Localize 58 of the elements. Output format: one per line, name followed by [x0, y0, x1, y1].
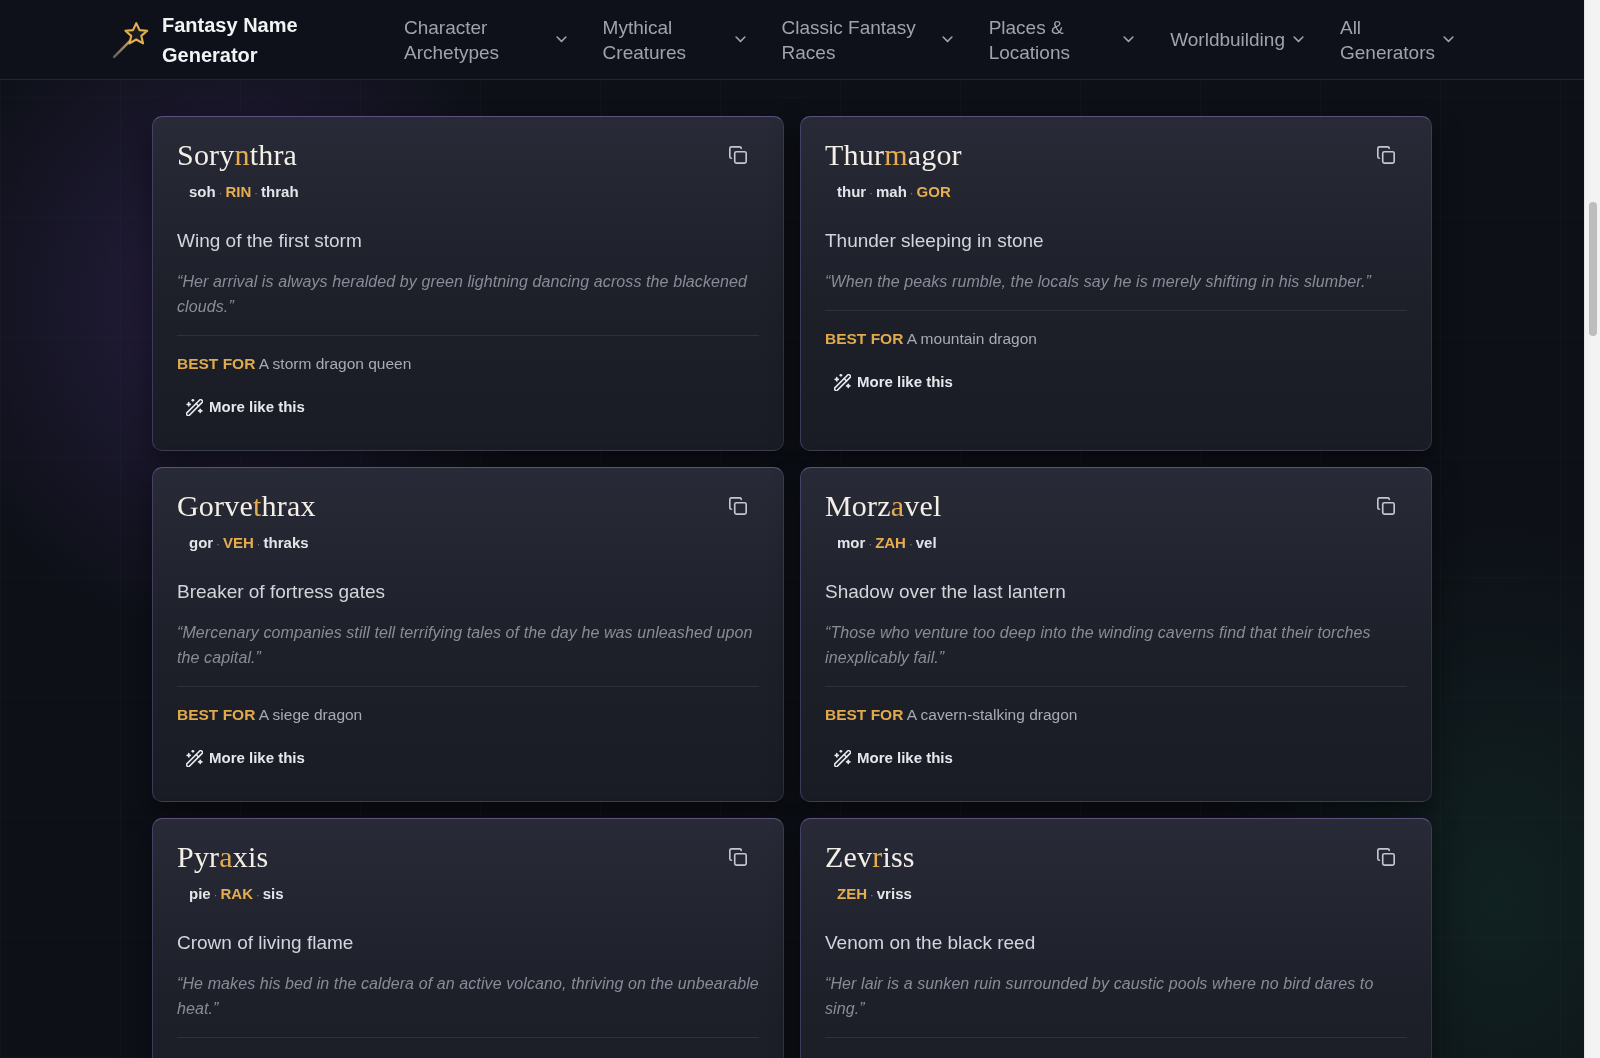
- lore-quote: “He makes his bed in the caldera of an active volcano, thriving on the unbearable heat.”: [177, 974, 759, 1019]
- generated-name: Zevriss: [825, 839, 915, 875]
- pronunciation: ZEH · vriss: [836, 884, 913, 904]
- generated-name: Thurmagor: [825, 137, 962, 173]
- chevron-down-icon: [1292, 36, 1304, 43]
- lore-quote: “When the peaks rumble, the locals say he is merely shifting in his slumber.”: [825, 272, 1371, 292]
- copy-icon: [729, 146, 747, 164]
- chevron-down-icon: [1123, 36, 1135, 43]
- more-like-this-button[interactable]: More like this: [177, 389, 315, 425]
- more-like-this-button[interactable]: More like this: [825, 740, 963, 776]
- magic-wand-icon: [186, 749, 203, 767]
- name-meaning: Wing of the first storm: [177, 229, 362, 253]
- nav-dropdown[interactable]: Places & Locations: [988, 14, 1135, 65]
- name-meaning: Venom on the black reed: [825, 931, 1036, 955]
- name-meaning: Thunder sleeping in stone: [825, 229, 1044, 253]
- best-for-text: BEST FOR A siege dragon: [177, 705, 363, 725]
- brand-link[interactable]: Fantasy Name Generator: [112, 9, 312, 70]
- chevron-down-icon: [941, 36, 953, 43]
- best-for-text: BEST FOR A storm dragon queen: [177, 354, 412, 374]
- more-like-this-button[interactable]: More like this: [825, 364, 963, 400]
- nav-dropdown[interactable]: All Generators: [1339, 14, 1454, 65]
- chevron-down-icon: [734, 36, 746, 43]
- pronunciation: pie · RAK · sis: [188, 884, 285, 904]
- name-meaning: Breaker of fortress gates: [177, 580, 386, 604]
- magic-wand-icon: [834, 373, 851, 391]
- best-for-text: BEST FOR A cavern-stalking dragon: [825, 705, 1078, 725]
- generated-name: Gorvethrax: [177, 488, 316, 524]
- copy-icon: [1377, 497, 1395, 515]
- copy-icon: [1377, 146, 1395, 164]
- name-meaning: Crown of living flame: [177, 931, 354, 955]
- generated-name: Pyraxis: [177, 839, 269, 875]
- lore-quote: “Those who venture too deep into the winding caverns find that their torches inexplicably fail.”: [825, 623, 1372, 668]
- chevron-down-icon: [1443, 36, 1454, 43]
- star-wand-icon: [112, 20, 150, 59]
- more-like-this-button[interactable]: More like this: [177, 740, 315, 776]
- best-for-text: BEST FOR A mountain dragon: [825, 329, 1037, 349]
- pronunciation: thur · mah · GOR: [836, 182, 952, 202]
- generated-name: Morzavel: [825, 488, 942, 524]
- lore-quote: “Her arrival is always heralded by green lightning dancing across the blackened clouds.”: [177, 272, 749, 317]
- nav-dropdown[interactable]: Character Archetypes: [404, 14, 567, 65]
- pronunciation: gor · VEH · thraks: [188, 533, 310, 553]
- pronunciation: soh · RIN · thrah: [188, 182, 300, 202]
- copy-icon: [729, 497, 747, 515]
- name-meaning: Shadow over the last lantern: [825, 580, 1066, 604]
- lore-quote: “Mercenary companies still tell terrifying tales of the day he was unleashed upon the capital.”: [177, 623, 754, 668]
- chevron-down-icon: [555, 36, 567, 43]
- scrollbar[interactable]: [1584, 0, 1600, 1058]
- nav-dropdown[interactable]: Classic Fantasy Races: [781, 14, 953, 65]
- nav-dropdown[interactable]: Mythical Creatures: [602, 14, 746, 65]
- magic-wand-icon: [186, 398, 203, 416]
- nav-dropdown[interactable]: Worldbuilding: [1170, 27, 1304, 52]
- copy-icon: [1377, 848, 1395, 866]
- lore-quote: “Her lair is a sunken ruin surrounded by caustic pools where no bird dares to sing.”: [825, 974, 1375, 1019]
- copy-icon: [729, 848, 747, 866]
- magic-wand-icon: [834, 749, 851, 767]
- generated-name: Sorynthra: [177, 137, 298, 173]
- scrollbar-thumb[interactable]: [1588, 202, 1597, 336]
- pronunciation: mor · ZAH · vel: [836, 533, 938, 553]
